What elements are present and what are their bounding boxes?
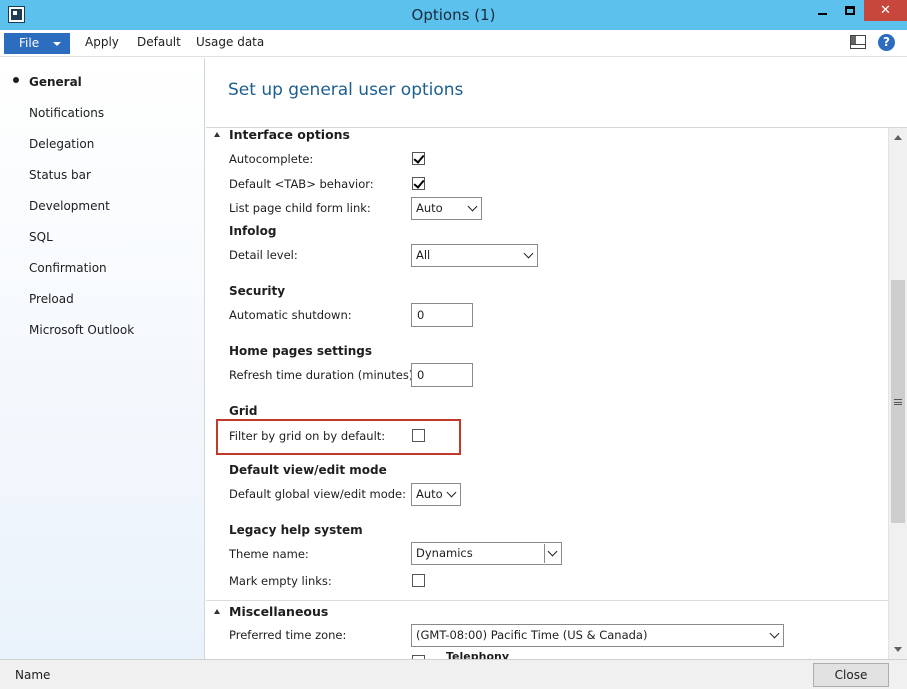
section-interface-options[interactable]: Interface options <box>229 128 350 142</box>
vertical-scrollbar[interactable] <box>888 128 907 659</box>
section-divider <box>206 600 890 601</box>
detail-level-label: Detail level: <box>229 248 298 262</box>
active-bullet-icon <box>13 77 19 83</box>
refresh-duration-input[interactable]: 0 <box>411 363 473 387</box>
menu-bar: File Apply Default Usage data <box>0 30 907 57</box>
chevron-down-icon <box>769 628 780 639</box>
filter-grid-label: Filter by grid on by default: <box>229 429 386 443</box>
mark-empty-checkbox[interactable] <box>412 574 425 587</box>
chevron-down-icon <box>467 201 478 212</box>
close-icon: ✕ <box>880 3 891 18</box>
collapse-triangle-icon[interactable] <box>214 132 220 137</box>
file-menu-button[interactable]: File <box>4 33 70 54</box>
usage-data-button[interactable]: Usage data <box>196 35 264 49</box>
legacy-help-heading: Legacy help system <box>229 523 363 537</box>
filter-grid-checkbox[interactable] <box>412 429 425 442</box>
file-menu-label: File <box>19 36 40 50</box>
auto-shutdown-input[interactable]: 0 <box>411 303 473 327</box>
grid-heading: Grid <box>229 404 258 418</box>
telephony-heading: Telephony <box>446 650 509 659</box>
chevron-down-icon <box>53 42 61 46</box>
nav-item-confirmation[interactable]: Confirmation <box>29 261 107 275</box>
theme-name-select[interactable]: Dynamics <box>411 542 562 565</box>
autocomplete-checkbox[interactable] <box>412 152 425 165</box>
view-edit-value: Auto <box>416 487 443 501</box>
close-button[interactable]: Close <box>813 663 889 687</box>
security-heading: Security <box>229 284 286 298</box>
content-header: Set up general user options <box>206 58 907 128</box>
theme-name-label: Theme name: <box>229 547 309 561</box>
layout-icon[interactable] <box>850 35 866 49</box>
chevron-down-icon <box>547 546 558 557</box>
options-form: Interface options Autocomplete: Default … <box>206 128 890 659</box>
status-name-label: Name <box>15 668 51 682</box>
auto-shutdown-label: Automatic shutdown: <box>229 308 352 322</box>
timezone-label: Preferred time zone: <box>229 628 347 642</box>
detail-level-select[interactable]: All <box>411 244 538 267</box>
view-edit-heading: Default view/edit mode <box>229 463 387 477</box>
chevron-down-icon <box>446 487 457 498</box>
scroll-up-icon[interactable] <box>894 135 902 140</box>
grip-icon <box>894 399 902 405</box>
nav-item-development[interactable]: Development <box>29 199 110 213</box>
window-title: Options (1) <box>411 6 496 24</box>
view-edit-select[interactable]: Auto <box>411 483 461 506</box>
collapse-triangle-icon[interactable] <box>214 609 220 614</box>
nav-item-general[interactable]: General <box>29 75 82 89</box>
minimize-button[interactable] <box>808 0 836 21</box>
detail-level-value: All <box>416 248 431 262</box>
nav-item-microsoft-outlook[interactable]: Microsoft Outlook <box>29 323 134 337</box>
nav-item-delegation[interactable]: Delegation <box>29 137 94 151</box>
timezone-value: (GMT-08:00) Pacific Time (US & Canada) <box>416 628 648 642</box>
refresh-duration-label: Refresh time duration (minutes): <box>229 368 418 382</box>
chevron-down-icon <box>523 248 534 259</box>
title-bar: Options (1) ✕ <box>0 0 907 30</box>
default-tab-label: Default <TAB> behavior: <box>229 177 374 191</box>
timezone-select[interactable]: (GMT-08:00) Pacific Time (US & Canada) <box>411 624 784 647</box>
apply-button[interactable]: Apply <box>85 35 119 49</box>
theme-name-value: Dynamics <box>416 546 473 560</box>
default-button[interactable]: Default <box>137 35 181 49</box>
nav-item-notifications[interactable]: Notifications <box>29 106 104 120</box>
combo-divider <box>544 544 545 563</box>
status-bar: Name Close <box>0 659 907 689</box>
list-page-label: List page child form link: <box>229 201 371 215</box>
mark-empty-label: Mark empty links: <box>229 574 332 588</box>
scroll-down-icon[interactable] <box>894 647 902 652</box>
home-pages-heading: Home pages settings <box>229 344 372 358</box>
list-page-select[interactable]: Auto <box>411 197 482 220</box>
scrollbar-thumb[interactable] <box>891 280 905 523</box>
default-tab-checkbox[interactable] <box>412 177 425 190</box>
maximize-icon <box>845 6 855 15</box>
page-title: Set up general user options <box>228 80 464 100</box>
nav-item-status-bar[interactable]: Status bar <box>29 168 91 182</box>
list-page-value: Auto <box>416 201 443 215</box>
close-window-button[interactable]: ✕ <box>864 0 907 21</box>
autocomplete-label: Autocomplete: <box>229 152 314 166</box>
help-icon[interactable]: ? <box>878 34 895 51</box>
nav-item-sql[interactable]: SQL <box>29 230 53 244</box>
nav-item-preload[interactable]: Preload <box>29 292 74 306</box>
maximize-button[interactable] <box>836 0 864 21</box>
section-miscellaneous[interactable]: Miscellaneous <box>229 604 328 619</box>
minimize-icon <box>817 12 827 15</box>
infolog-heading: Infolog <box>229 224 277 238</box>
view-edit-label: Default global view/edit mode: <box>229 487 406 501</box>
